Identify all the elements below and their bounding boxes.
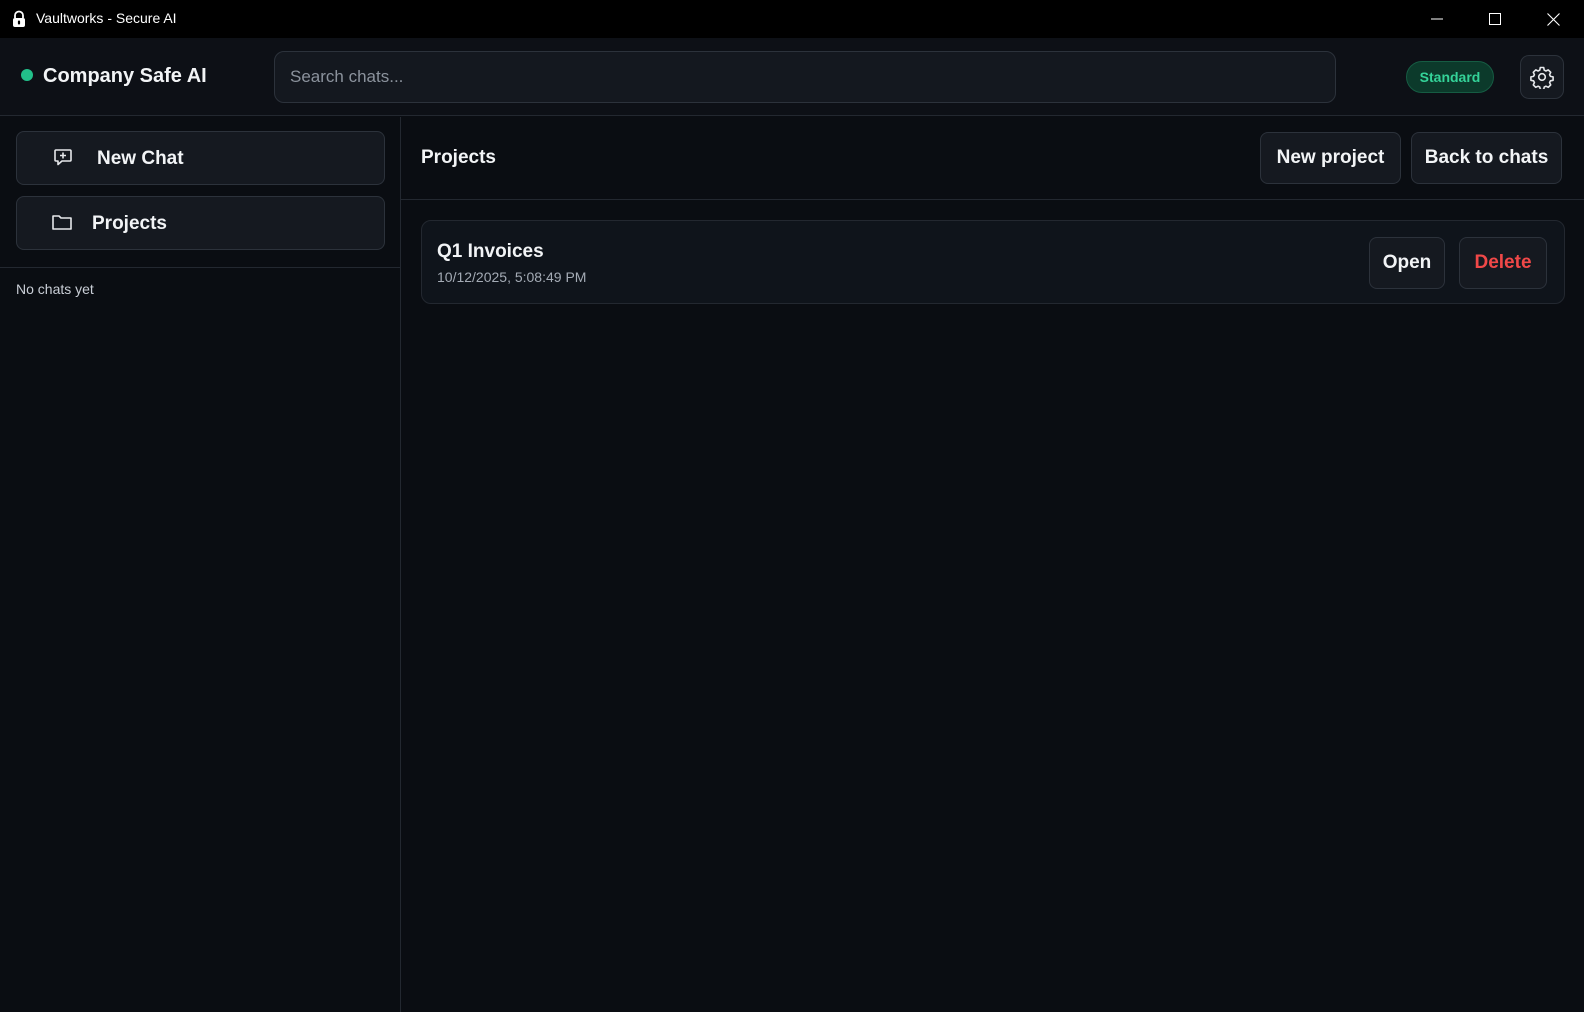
title-bar: Vaultworks - Secure AI <box>0 0 1584 38</box>
brand-title: Company Safe AI <box>43 65 207 87</box>
minimize-icon <box>1431 18 1443 20</box>
back-to-chats-button[interactable]: Back to chats <box>1411 132 1562 184</box>
gear-icon <box>1530 66 1554 89</box>
settings-button[interactable] <box>1520 55 1564 99</box>
folder-icon <box>51 212 73 237</box>
minimize-button[interactable] <box>1408 0 1466 38</box>
window-title: Vaultworks - Secure AI <box>36 10 177 26</box>
project-name: Q1 Invoices <box>437 241 544 262</box>
maximize-button[interactable] <box>1466 0 1524 38</box>
project-card: Q1 Invoices 10/12/2025, 5:08:49 PM Open … <box>421 220 1565 304</box>
maximize-icon <box>1489 13 1501 25</box>
mode-badge: Standard <box>1406 61 1494 93</box>
delete-project-button[interactable]: Delete <box>1459 237 1547 289</box>
new-chat-label: New Chat <box>97 148 184 169</box>
sidebar: New Chat Projects No chats yet <box>0 117 401 1012</box>
chat-plus-icon <box>53 147 73 172</box>
lock-icon <box>10 10 28 28</box>
new-project-button[interactable]: New project <box>1260 132 1401 184</box>
projects-label: Projects <box>92 213 167 234</box>
projects-button[interactable]: Projects <box>16 196 385 250</box>
close-button[interactable] <box>1524 0 1582 38</box>
status-indicator <box>21 69 33 81</box>
sidebar-divider <box>0 267 400 268</box>
page-title: Projects <box>421 147 496 168</box>
app-header: Company Safe AI Standard <box>0 38 1584 116</box>
close-icon <box>1546 12 1560 26</box>
app-window: Vaultworks - Secure AI Company Safe AI S… <box>0 0 1584 1012</box>
projects-header: Projects New project Back to chats <box>401 117 1584 200</box>
new-chat-button[interactable]: New Chat <box>16 131 385 185</box>
search-input[interactable] <box>274 51 1336 103</box>
main-panel: Projects New project Back to chats Q1 In… <box>401 117 1584 1012</box>
project-date: 10/12/2025, 5:08:49 PM <box>437 269 587 285</box>
open-project-button[interactable]: Open <box>1369 237 1445 289</box>
empty-chats-text: No chats yet <box>16 281 94 297</box>
